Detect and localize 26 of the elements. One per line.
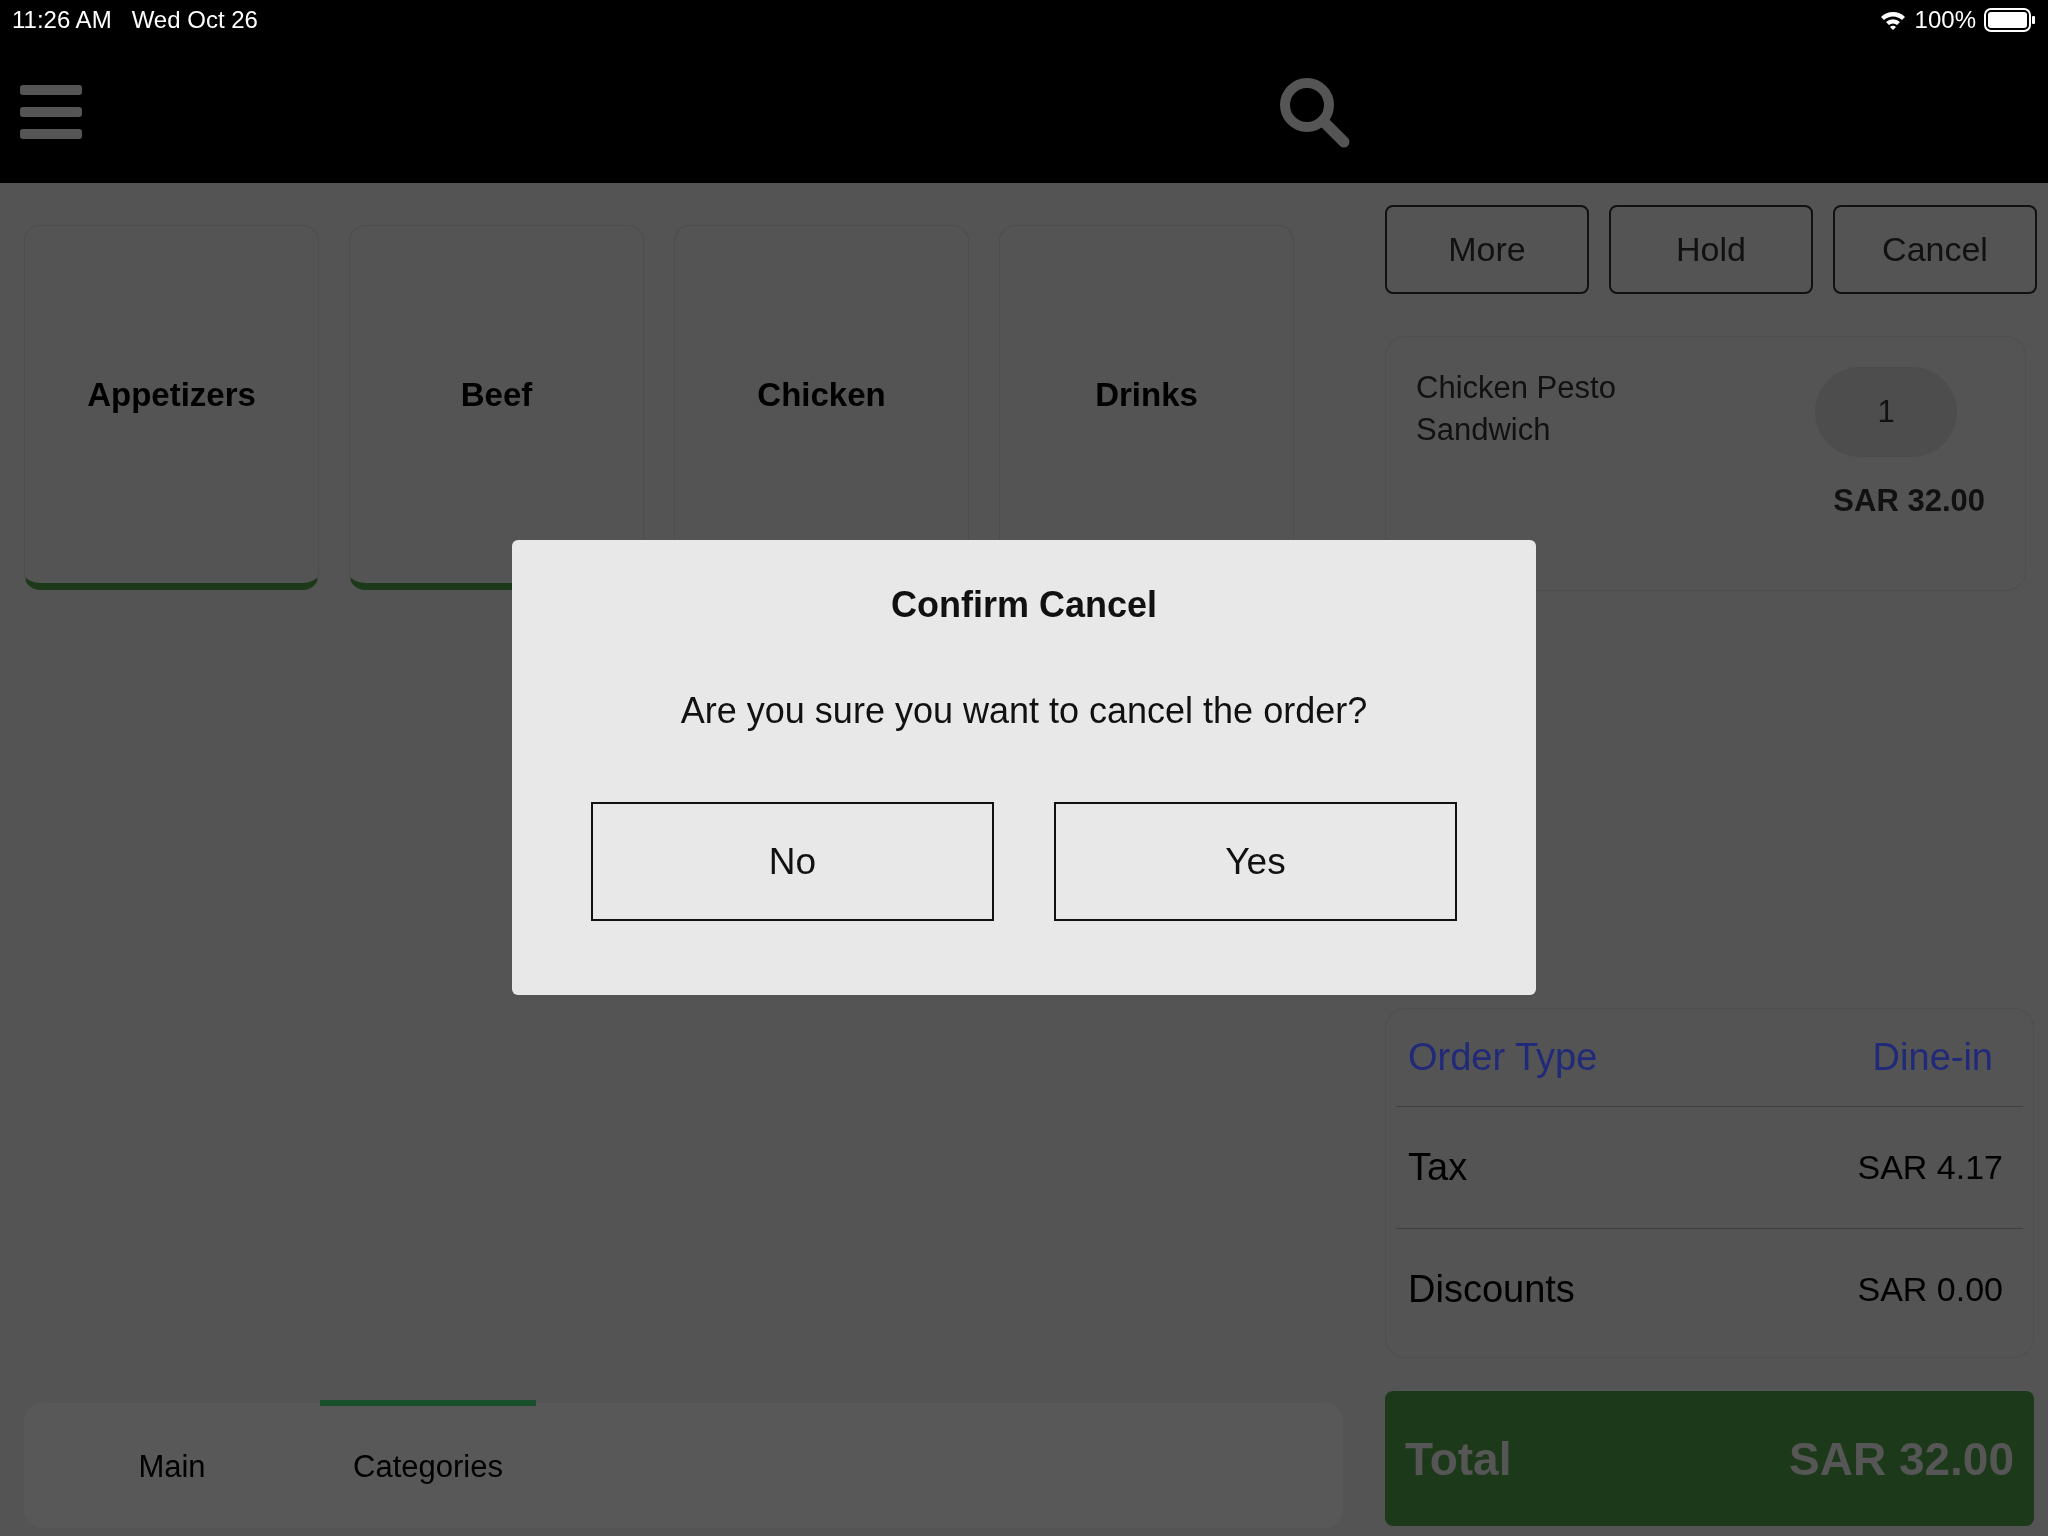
- status-time: 11:26 AM: [12, 6, 112, 34]
- status-date: Wed Oct 26: [131, 6, 258, 34]
- search-icon[interactable]: [1278, 75, 1350, 148]
- bottom-tab[interactable]: Categories: [320, 1400, 536, 1528]
- dialog-button[interactable]: Yes: [1054, 802, 1457, 921]
- summary-value: SAR 0.00: [1857, 1270, 2003, 1309]
- total-bar[interactable]: Total SAR 32.00: [1385, 1391, 2034, 1526]
- bottom-tab[interactable]: Main: [64, 1400, 280, 1528]
- dialog-message: Are you sure you want to cancel the order?: [680, 690, 1368, 732]
- item-name: Chicken Pesto Sandwich: [1416, 369, 1617, 449]
- summary-label: Tax: [1408, 1146, 1468, 1189]
- menu-icon[interactable]: [20, 84, 82, 139]
- summary-label: Discounts: [1408, 1268, 1575, 1311]
- summary-value: SAR 4.17: [1857, 1148, 2003, 1187]
- category-card[interactable]: Beef: [349, 225, 644, 590]
- dialog-button[interactable]: No: [591, 802, 994, 921]
- action-button[interactable]: More: [1385, 205, 1589, 294]
- total-label: Total: [1405, 1431, 1512, 1486]
- action-button[interactable]: Hold: [1609, 205, 1813, 294]
- battery-icon: [1984, 8, 2036, 32]
- total-value: SAR 32.00: [1789, 1431, 2014, 1486]
- battery-percent: 100%: [1914, 6, 1976, 34]
- action-button[interactable]: Cancel: [1833, 205, 2037, 294]
- quantity-pill[interactable]: 1: [1815, 367, 1957, 457]
- item-price: SAR 32.00: [1833, 483, 1985, 519]
- category-card[interactable]: Appetizers: [24, 225, 319, 590]
